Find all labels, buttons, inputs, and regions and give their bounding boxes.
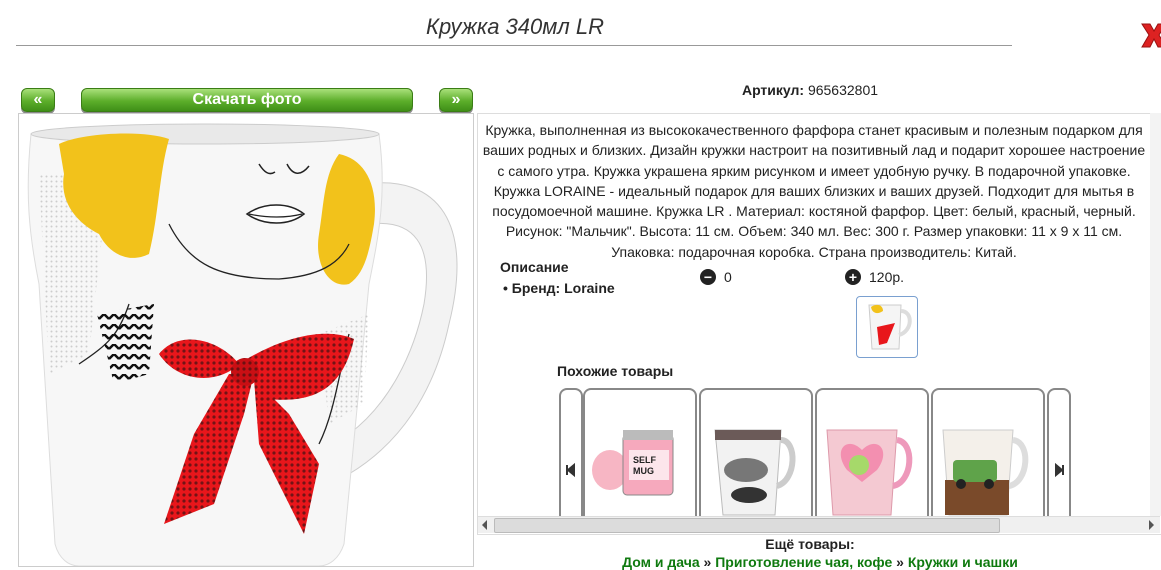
similar-product-1[interactable]: SELF MUG: [583, 388, 697, 530]
article-value: 965632801: [807, 82, 879, 98]
brand-label: Бренд: Loraine: [511, 280, 615, 296]
close-icon[interactable]: [1138, 18, 1161, 52]
similar-product-3[interactable]: [815, 388, 929, 530]
similar-product-4[interactable]: [931, 388, 1045, 530]
more-products-heading: Ещё товары:: [765, 536, 855, 552]
brand-item: • Бренд: Loraine: [503, 280, 615, 296]
minus-icon[interactable]: −: [700, 269, 716, 285]
prev-photo-button[interactable]: «: [21, 88, 55, 112]
scroll-right-icon[interactable]: [1149, 520, 1154, 530]
carousel-next-icon: [1055, 462, 1064, 478]
similar-product-2[interactable]: [699, 388, 813, 530]
vote-minus[interactable]: − 0: [700, 269, 732, 285]
product-photo[interactable]: [18, 113, 474, 567]
similar-products-heading: Похожие товары: [557, 363, 674, 379]
plus-icon[interactable]: +: [845, 269, 861, 285]
specs-heading: Описание: [500, 259, 569, 275]
scroll-left-icon[interactable]: [482, 520, 487, 530]
svg-text:SELF: SELF: [633, 455, 657, 465]
page-title: Кружка 340мл LR: [425, 14, 605, 39]
vertical-scrollbar[interactable]: [1150, 113, 1161, 516]
product-description: Кружка, выполненная из высококачественно…: [482, 122, 1146, 260]
carousel-prev-button[interactable]: [559, 388, 583, 530]
article-label: Артикул:: [741, 82, 805, 98]
svg-text:MUG: MUG: [633, 466, 654, 476]
vote-minus-count: 0: [724, 269, 732, 285]
product-thumbnail[interactable]: [856, 296, 918, 358]
horizontal-scrollbar[interactable]: [478, 516, 1160, 533]
price-value: 120р.: [869, 269, 905, 285]
article-number: Артикул: 965632801: [620, 82, 1000, 98]
next-photo-button[interactable]: »: [439, 88, 473, 112]
carousel-next-button[interactable]: [1047, 388, 1071, 530]
download-photo-button[interactable]: Скачать фото: [81, 88, 413, 112]
title-divider: [16, 45, 1012, 46]
carousel-prev-icon: [566, 462, 575, 478]
vote-plus[interactable]: + 120р.: [845, 269, 904, 285]
scroll-thumb[interactable]: [494, 518, 1000, 533]
